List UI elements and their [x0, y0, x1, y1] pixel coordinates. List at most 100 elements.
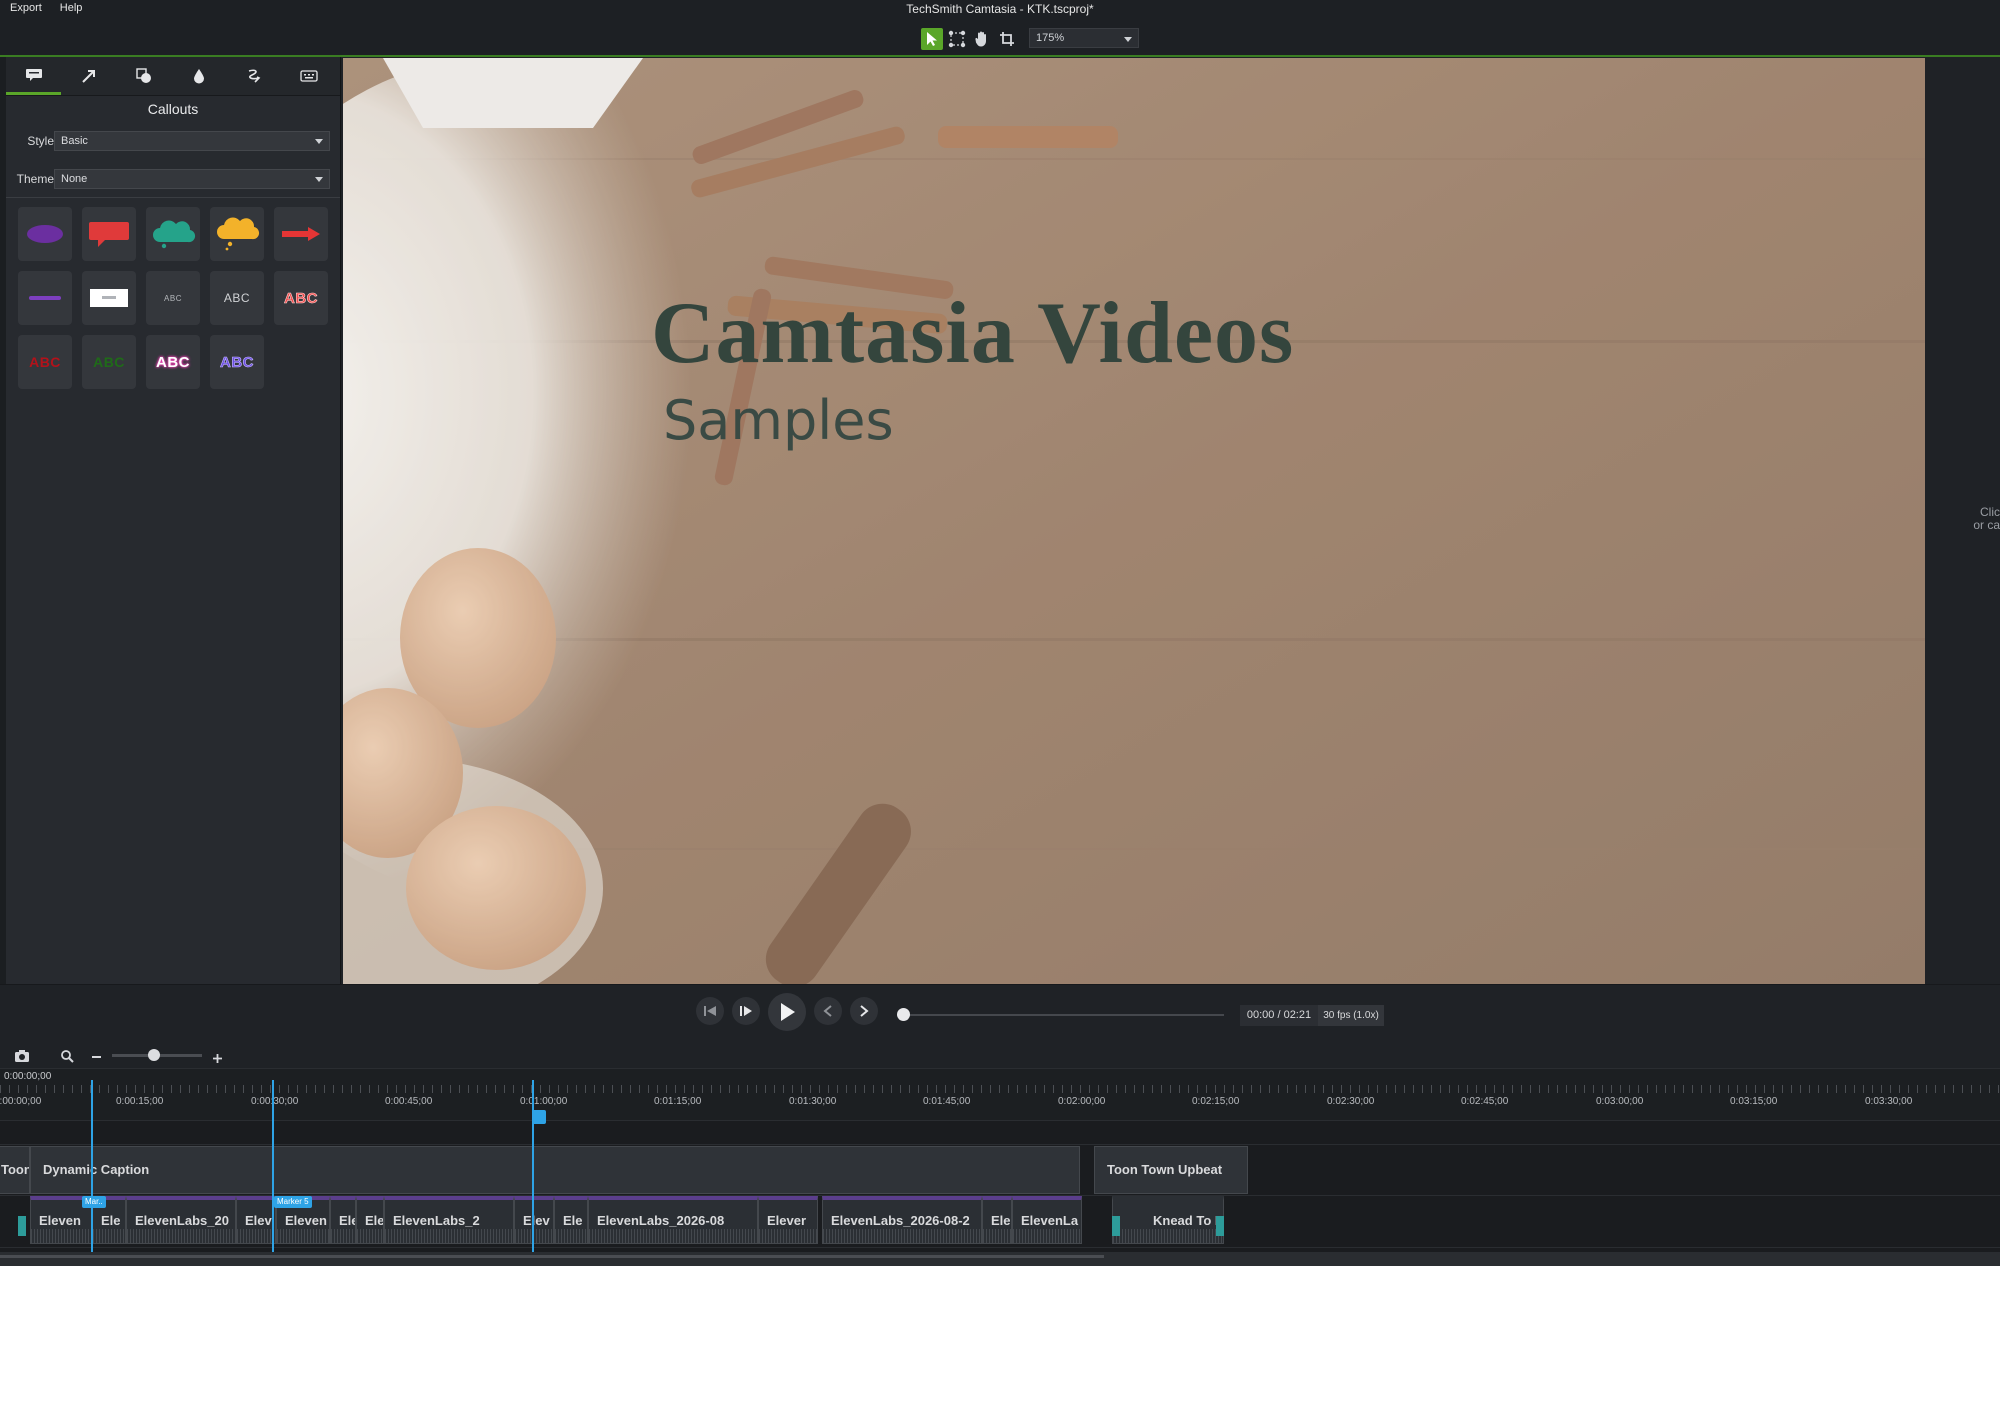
canvas-title-text[interactable]: Camtasia Videos	[651, 283, 1294, 384]
marker-tag[interactable]: Mar..	[82, 1196, 106, 1208]
audio-clip[interactable]: ElevenLa	[1012, 1196, 1082, 1244]
timeline-clip-dynamic-caption[interactable]: Dynamic Caption	[30, 1146, 1080, 1194]
zoom-select[interactable]: 175%	[1029, 28, 1139, 48]
playhead-handle[interactable]	[532, 1110, 546, 1124]
play-frame-button[interactable]	[732, 997, 760, 1025]
callout-thumb-label: ABC	[223, 291, 251, 305]
fps-display[interactable]: 30 fps (1.0x)	[1318, 1005, 1384, 1026]
edit-points-icon[interactable]	[946, 28, 968, 50]
callout-thumb-text-green[interactable]: ABC	[82, 335, 136, 389]
video-canvas[interactable]: Camtasia Videos Samples	[343, 58, 1925, 984]
audio-waveform	[357, 1229, 383, 1243]
tab-callouts[interactable]	[6, 57, 61, 95]
snapshot-button[interactable]	[14, 1049, 30, 1068]
blur-icon	[193, 69, 204, 84]
audio-clip[interactable]: ElevenLabs_20	[126, 1196, 236, 1244]
properties-hint-line2: or ca	[1973, 518, 2000, 532]
audio-waveform	[31, 1229, 91, 1243]
timeline-zoom-handle[interactable]	[148, 1049, 160, 1061]
tick-label: 0:01:00;00	[520, 1096, 568, 1107]
marker-line	[91, 1080, 93, 1252]
crop-icon[interactable]	[996, 28, 1018, 50]
timeline-clip[interactable]: Toon	[0, 1146, 30, 1194]
pointer-icon[interactable]	[921, 28, 943, 50]
track-separator	[0, 1120, 2000, 1121]
chevron-down-icon	[315, 177, 323, 182]
previous-marker-button[interactable]	[814, 997, 842, 1025]
audio-clip[interactable]: Ele	[356, 1196, 384, 1244]
callout-thumb-text-darkred[interactable]: ABC	[18, 335, 72, 389]
audio-clip[interactable]: Elev	[236, 1196, 276, 1244]
shape-icon	[135, 68, 151, 83]
tab-blur[interactable]	[171, 57, 226, 95]
properties-hint: Clic or ca	[1954, 506, 2000, 532]
tab-keystroke[interactable]	[281, 57, 336, 95]
canvas-background-image	[343, 58, 1925, 984]
audio-clip[interactable]: Ele	[982, 1196, 1012, 1244]
canvas-subtitle-text[interactable]: Samples	[663, 389, 894, 452]
timeline-ruler[interactable]: 0:00:00;00 0:00:00;00 0:00:15;00 0:00:30…	[0, 1068, 2000, 1121]
style-row: Style Basic	[6, 129, 340, 153]
menu-bar: Export Help TechSmith Camtasia - KTK.tsc…	[0, 0, 2000, 18]
track-separator	[0, 1247, 2000, 1248]
timeline-clip-toon-town-upbeat[interactable]: Toon Town Upbeat	[1094, 1146, 1248, 1194]
tick-label: 0:01:30;00	[789, 1096, 837, 1107]
step-back-icon	[704, 1006, 716, 1016]
audio-clip-label: ElevenLabs_2	[393, 1213, 480, 1228]
callout-thumb-teal-cloud[interactable]	[146, 207, 200, 261]
scrub-handle[interactable]	[897, 1008, 910, 1021]
audio-clip-label: Knead To K	[1153, 1213, 1224, 1228]
audio-clip-knead-to[interactable]: Knead To K	[1112, 1196, 1224, 1244]
callout-thumb-purple-oval[interactable]	[18, 207, 72, 261]
next-marker-button[interactable]	[850, 997, 878, 1025]
timeline-scrollbar[interactable]	[0, 1252, 2000, 1266]
callout-thumb-red-speech[interactable]	[82, 207, 136, 261]
time-display: 00:00 / 02:21	[1240, 1005, 1318, 1026]
audio-clip[interactable]: Elever	[758, 1196, 818, 1244]
callout-thumb-text-red-outline[interactable]: ABC	[274, 271, 328, 325]
theme-select[interactable]: None	[54, 169, 330, 189]
audio-clip[interactable]: ElevenLabs_2	[384, 1196, 514, 1244]
audio-clip[interactable]: ElevenLabs_2026-08-2	[822, 1196, 982, 1244]
hand-icon[interactable]	[971, 28, 993, 50]
callout-thumb-red-arrow[interactable]	[274, 207, 328, 261]
timeline-scrollbar-thumb[interactable]	[0, 1255, 1104, 1258]
audio-clip-label: Ele	[101, 1213, 121, 1228]
audio-clip[interactable]: ElevenLabs_2026-08	[588, 1196, 758, 1244]
audio-clip[interactable]: Elev	[514, 1196, 554, 1244]
marker-tag[interactable]: Marker 5	[274, 1196, 312, 1208]
callout-thumb-label: ABC	[220, 353, 254, 371]
clip-trim-handle-left[interactable]	[1112, 1216, 1120, 1236]
callout-thumb-yellow-cloud[interactable]	[210, 207, 264, 261]
callout-thumb-white-box[interactable]	[82, 271, 136, 325]
step-back-button[interactable]	[696, 997, 724, 1025]
tick-label: 0:00:30;00	[251, 1096, 299, 1107]
audio-clip[interactable]: Ele	[554, 1196, 588, 1244]
zoom-out-icon[interactable]	[92, 1056, 101, 1058]
zoom-in-icon[interactable]	[212, 1051, 223, 1069]
tab-sketch[interactable]	[226, 57, 281, 95]
timeline-zoom-button[interactable]	[60, 1049, 74, 1068]
audio-waveform	[277, 1229, 329, 1243]
style-select[interactable]: Basic	[54, 131, 330, 151]
play-button[interactable]	[768, 993, 806, 1031]
audio-waveform	[983, 1229, 1011, 1243]
playhead-line	[532, 1080, 534, 1252]
scrub-track[interactable]	[902, 1014, 1224, 1016]
callout-thumb-text-plain[interactable]: ABC	[210, 271, 264, 325]
audio-clip[interactable]: Ele	[330, 1196, 356, 1244]
tab-shapes[interactable]	[116, 57, 171, 95]
callout-thumb-text-purple-outline[interactable]: ABC	[210, 335, 264, 389]
tick-label: 0:02:30;00	[1327, 1096, 1375, 1107]
clip-trim-handle-left[interactable]	[18, 1216, 26, 1236]
callout-thumb-text-pink-glow[interactable]: ABC	[146, 335, 200, 389]
keystroke-icon	[299, 70, 318, 82]
tab-arrows[interactable]	[61, 57, 116, 95]
audio-clip-label: ElevenLabs_20	[135, 1213, 229, 1228]
callout-thumb-purple-line[interactable]	[18, 271, 72, 325]
audio-waveform	[759, 1229, 817, 1243]
callout-thumb-text-small[interactable]: ABC	[146, 271, 200, 325]
arrow-icon	[81, 70, 95, 83]
audio-waveform	[589, 1229, 757, 1243]
clip-trim-handle-right[interactable]	[1216, 1216, 1224, 1236]
